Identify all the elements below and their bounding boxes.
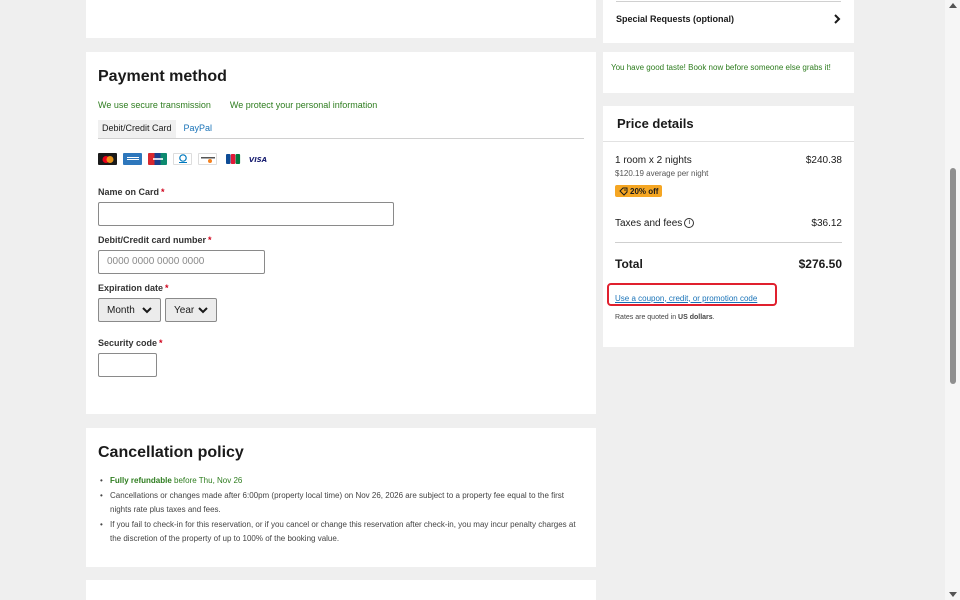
tab-debit-credit-card[interactable]: Debit/Credit Card xyxy=(98,120,176,138)
card-brands: VISA xyxy=(98,152,584,166)
discover-icon xyxy=(198,153,217,165)
divider xyxy=(616,1,841,2)
amex-icon xyxy=(123,153,142,165)
chevron-down-icon xyxy=(142,306,152,313)
divider xyxy=(615,241,842,243)
guest-info-card xyxy=(86,0,596,38)
payment-method-card: Payment method We use secure transmissio… xyxy=(86,52,596,414)
scroll-up-arrow[interactable] xyxy=(949,3,957,8)
taxes-label: Taxes and fees i xyxy=(615,217,695,229)
security-code-input[interactable] xyxy=(98,353,157,377)
list-item: If you fail to check-in for this reserva… xyxy=(98,518,584,546)
next-section-card xyxy=(86,580,596,600)
expiration-selects: Month Year xyxy=(98,298,584,322)
cancellation-title: Cancellation policy xyxy=(98,444,244,461)
cancellation-policy-card: Cancellation policy Fully refundable bef… xyxy=(86,428,596,567)
year-select[interactable]: Year xyxy=(165,298,217,322)
chevron-right-icon xyxy=(834,14,841,24)
discount-badge: 20% off xyxy=(615,185,663,197)
security-notes: We use secure transmission We protect yo… xyxy=(98,100,584,110)
policy-list: Fully refundable before Thu, Nov 26 Canc… xyxy=(98,474,584,546)
price-body: 1 room x 2 nights $240.38 $120.19 averag… xyxy=(603,142,854,321)
rates-note: Rates are quoted in US dollars. xyxy=(615,313,715,321)
room-line: 1 room x 2 nights $240.38 xyxy=(615,155,842,166)
card-number-input[interactable]: 0000 0000 0000 0000 xyxy=(98,250,265,274)
coupon-link[interactable]: Use a coupon, credit, or promotion code xyxy=(615,294,757,303)
total-line: Total $276.50 xyxy=(615,257,842,271)
room-nights-label: 1 room x 2 nights xyxy=(615,155,692,166)
payment-title: Payment method xyxy=(98,68,227,85)
good-taste-message: You have good taste! Book now before som… xyxy=(603,52,854,93)
info-icon[interactable]: i xyxy=(684,217,695,228)
taxes-line: Taxes and fees i $36.12 xyxy=(615,218,842,229)
expiration-date-label: Expiration date * xyxy=(98,283,169,293)
price-header: Price details xyxy=(603,106,854,142)
tab-paypal[interactable]: PayPal xyxy=(180,120,217,138)
unionpay-icon xyxy=(148,153,167,165)
special-requests-label: Special Requests (optional) xyxy=(616,14,735,24)
special-requests-toggle[interactable]: Special Requests (optional) xyxy=(616,14,841,24)
list-item: Cancellations or changes made after 6:00… xyxy=(98,489,584,517)
mastercard-icon xyxy=(98,153,117,165)
chevron-down-icon xyxy=(198,306,208,313)
visa-icon: VISA xyxy=(248,153,267,165)
svg-text:VISA: VISA xyxy=(249,156,267,164)
average-per-night: $120.19 average per night xyxy=(615,169,709,178)
jcb-icon xyxy=(223,153,242,165)
tag-icon xyxy=(619,187,628,196)
taxes-amount: $36.12 xyxy=(811,217,842,229)
total-label: Total xyxy=(615,256,643,271)
scroll-down-arrow[interactable] xyxy=(949,592,957,597)
price-details-card: Price details 1 room x 2 nights $240.38 … xyxy=(603,106,854,347)
coupon-highlight: Use a coupon, credit, or promotion code xyxy=(607,282,777,306)
scrollbar-thumb[interactable] xyxy=(950,168,956,384)
protect-info-note: We protect your personal information xyxy=(229,100,378,110)
list-item: Fully refundable before Thu, Nov 26 xyxy=(98,474,584,488)
payment-tabs: Debit/Credit Card PayPal xyxy=(98,120,584,139)
page-scrollbar[interactable] xyxy=(945,0,960,600)
secure-transmission-note: We use secure transmission xyxy=(98,100,211,110)
price-title: Price details xyxy=(617,116,694,131)
special-requests-card: Special Requests (optional) xyxy=(603,0,854,43)
security-code-label: Security code * xyxy=(98,338,163,348)
total-amount: $276.50 xyxy=(798,256,842,271)
name-on-card-label: Name on Card * xyxy=(98,187,165,197)
name-on-card-input[interactable] xyxy=(98,202,394,226)
room-amount: $240.38 xyxy=(805,155,842,166)
month-select[interactable]: Month xyxy=(98,298,161,322)
diners-icon xyxy=(173,153,192,165)
card-number-label: Debit/Credit card number * xyxy=(98,235,212,245)
